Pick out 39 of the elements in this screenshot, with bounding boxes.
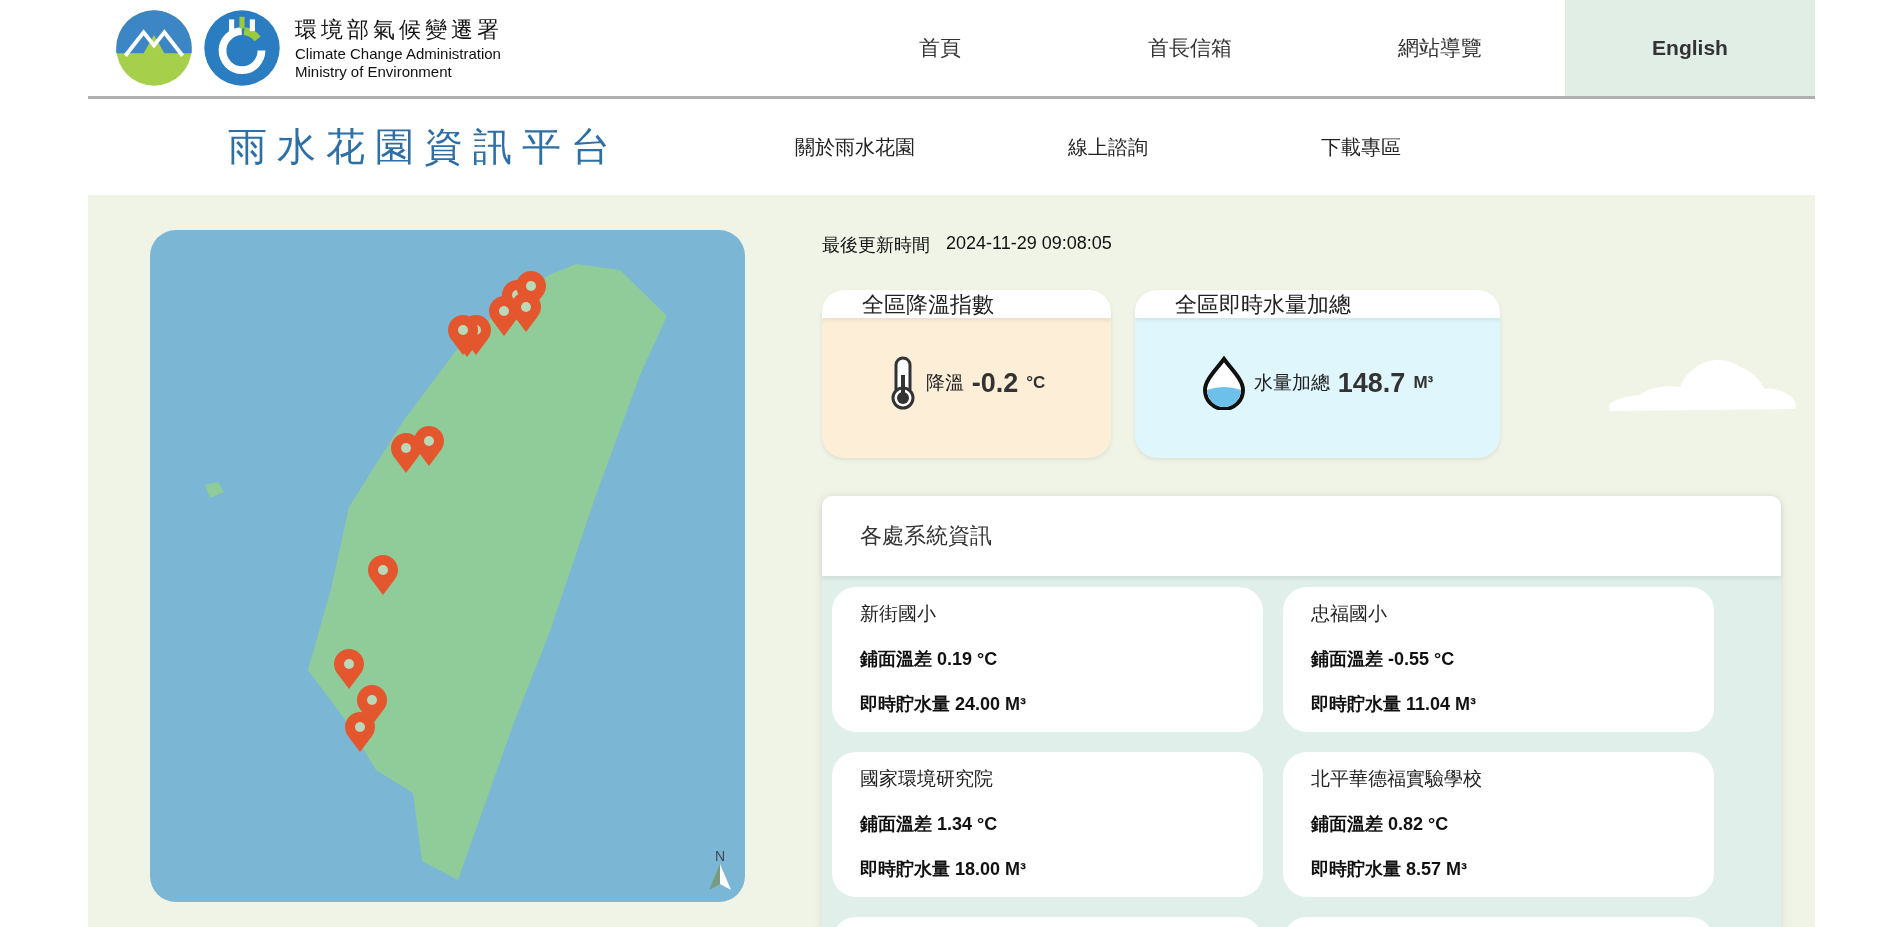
agency-name-english: Ministry of Environment <box>295 63 453 81</box>
site-title: 雨水花園資訊平台 <box>228 123 621 171</box>
pavement-temperature: 鋪面溫差 1.34 °C <box>860 813 999 837</box>
pavement-temperature: 鋪面溫差 0.19 °C <box>860 648 999 672</box>
card-title: 全區降溫指數 <box>862 292 994 317</box>
update-label: 最後更新時間 <box>822 234 930 257</box>
climate-logo-icon <box>203 9 281 87</box>
summary-unit: °C <box>1026 373 1046 393</box>
agency-name: 環境部氣候變遷署 <box>295 16 503 44</box>
station-name: 忠福國小 <box>1311 601 1388 627</box>
agency-logo-icon <box>115 9 193 87</box>
pavement-temperature: 鋪面溫差 0.82 °C <box>1311 813 1450 837</box>
water-storage: 即時貯水量 11.04 M³ <box>1311 692 1478 716</box>
nav-link[interactable]: 關於雨水花園 <box>728 133 981 161</box>
panel-title: 各處系統資訊 <box>860 522 992 550</box>
pavement-temperature: 鋪面溫差 -0.55 °C <box>1311 648 1456 672</box>
station-name: 國家環境研究院 <box>860 766 994 792</box>
station-name: 新街國小 <box>860 601 937 627</box>
water-drop-icon <box>1201 356 1246 410</box>
north-arrow-icon <box>709 864 731 890</box>
north-label: N <box>714 848 726 864</box>
update-time: 2024-11-29 09:08:05 <box>946 233 1112 255</box>
station-name: 北平華德福實驗學校 <box>1311 766 1483 792</box>
nav-link[interactable]: 網站導覽 <box>1315 0 1565 96</box>
summary-label: 降溫 <box>925 371 964 395</box>
nav-link[interactable]: 線上諮詢 <box>981 133 1234 161</box>
summary-value: -0.2 <box>971 367 1019 399</box>
water-storage: 即時貯水量 24.00 M³ <box>860 692 1028 716</box>
summary-unit: M³ <box>1413 373 1434 393</box>
nav-link[interactable]: 首長信箱 <box>1065 0 1315 96</box>
summary-label: 水量加總 <box>1253 371 1330 395</box>
nav-link[interactable]: 下載專區 <box>1234 133 1487 161</box>
water-storage: 即時貯水量 8.57 M³ <box>1311 857 1469 881</box>
agency-name-english: Climate Change Administration <box>295 45 502 63</box>
card-title: 全區即時水量加總 <box>1175 292 1351 317</box>
summary-value: 148.7 <box>1337 367 1406 399</box>
nav-link[interactable]: 首頁 <box>815 0 1065 96</box>
water-storage: 即時貯水量 18.00 M³ <box>860 857 1028 881</box>
nav-link[interactable]: English <box>1565 0 1815 96</box>
